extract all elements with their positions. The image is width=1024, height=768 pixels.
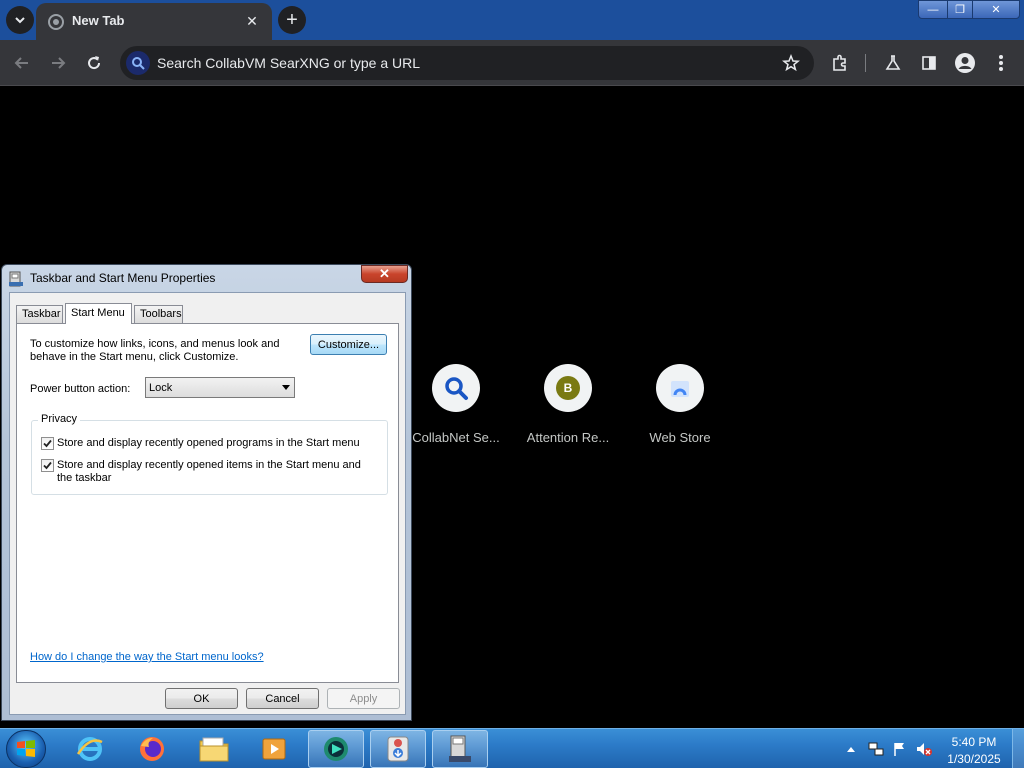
web-store-icon xyxy=(656,364,704,412)
tab-strip: New Tab ✕ + — ❐ ✕ xyxy=(0,0,1024,40)
search-engine-icon xyxy=(126,51,150,75)
menu-icon[interactable] xyxy=(989,51,1013,75)
ok-button[interactable]: OK xyxy=(165,688,238,709)
collabvm-icon[interactable] xyxy=(308,730,364,768)
toolbar-separator xyxy=(865,54,866,72)
dialog-body: Taskbar Start Menu Toolbars To customize… xyxy=(9,292,406,715)
recent-programs-checkbox[interactable] xyxy=(41,437,54,450)
chevron-down-icon xyxy=(15,17,25,24)
shortcut-label: Attention Re... xyxy=(526,430,610,445)
back-icon[interactable] xyxy=(10,51,34,75)
checkmark-icon xyxy=(43,439,52,448)
profile-icon[interactable] xyxy=(953,51,977,75)
show-desktop-button[interactable] xyxy=(1012,729,1024,768)
tab-search-button[interactable] xyxy=(6,6,34,34)
taskbar-properties-dialog: Taskbar and Start Menu Properties ✕ Task… xyxy=(1,264,412,721)
network-icon[interactable] xyxy=(866,729,886,768)
installer-icon[interactable] xyxy=(370,730,426,768)
power-button-label: Power button action: xyxy=(30,383,131,395)
recent-items-label: Store and display recently opened items … xyxy=(57,459,361,484)
privacy-group-label: Privacy xyxy=(38,413,81,425)
omnibox[interactable]: Search CollabVM SearXNG or type a URL xyxy=(120,46,814,80)
volume-muted-icon[interactable] xyxy=(914,729,934,768)
windows-taskbar: 5:40 PM 1/30/2025 xyxy=(0,728,1024,768)
privacy-group: Privacy Store and display recently opene… xyxy=(31,413,388,495)
internet-explorer-icon[interactable] xyxy=(62,730,118,768)
media-player-icon[interactable] xyxy=(246,730,302,768)
show-hidden-icons-icon[interactable] xyxy=(844,729,858,768)
apply-button[interactable]: Apply xyxy=(327,688,400,709)
letter-badge: B xyxy=(556,376,580,400)
power-button-value: Lock xyxy=(149,382,173,394)
shortcut-web-store[interactable]: Web Store xyxy=(624,364,736,445)
taskbar-properties-icon[interactable] xyxy=(432,730,488,768)
power-button-select[interactable]: Lock xyxy=(145,377,295,398)
extensions-icon[interactable] xyxy=(828,51,852,75)
recent-programs-label: Store and display recently opened progra… xyxy=(57,437,360,449)
chrome-favicon-icon xyxy=(48,14,64,30)
system-clock[interactable]: 5:40 PM 1/30/2025 xyxy=(942,734,1006,768)
recent-items-checkbox[interactable] xyxy=(41,459,54,472)
tab-new-tab[interactable]: New Tab ✕ xyxy=(36,3,272,40)
cancel-button[interactable]: Cancel xyxy=(246,688,319,709)
windows-logo-icon xyxy=(17,740,35,757)
customize-description: To customize how links, icons, and menus… xyxy=(30,338,280,363)
new-tab-button[interactable]: + xyxy=(278,6,306,34)
omnibox-placeholder: Search CollabVM SearXNG or type a URL xyxy=(157,55,420,71)
dialog-title: Taskbar and Start Menu Properties xyxy=(30,271,216,285)
customize-button[interactable]: Customize... xyxy=(310,334,387,355)
dropdown-arrow-icon xyxy=(282,385,290,390)
tab-toolbars[interactable]: Toolbars xyxy=(134,305,183,323)
clock-date: 1/30/2025 xyxy=(947,752,1001,766)
window-restore-button[interactable]: ❐ xyxy=(947,0,973,19)
start-menu-panel: To customize how links, icons, and menus… xyxy=(16,323,399,683)
star-icon[interactable] xyxy=(780,52,802,74)
shortcut-label: CollabNet Se... xyxy=(412,430,500,445)
tab-close-icon[interactable]: ✕ xyxy=(240,9,264,33)
forward-icon[interactable] xyxy=(46,51,70,75)
reload-icon[interactable] xyxy=(82,51,106,75)
shortcut-label: Web Store xyxy=(649,430,711,445)
window-close-button[interactable]: ✕ xyxy=(972,0,1020,19)
browser-toolbar: Search CollabVM SearXNG or type a URL xyxy=(0,40,1024,86)
search-icon xyxy=(432,364,480,412)
clock-time: 5:40 PM xyxy=(951,735,997,749)
letter-avatar-icon: B xyxy=(544,364,592,412)
tab-start-menu[interactable]: Start Menu xyxy=(65,303,132,324)
dialog-close-button[interactable]: ✕ xyxy=(361,265,408,283)
shortcut-collabnet[interactable]: CollabNet Se... xyxy=(400,364,512,445)
checkmark-icon xyxy=(43,461,52,470)
start-button[interactable] xyxy=(6,730,46,768)
action-center-flag-icon[interactable] xyxy=(890,729,910,768)
firefox-icon[interactable] xyxy=(124,730,180,768)
tab-title: New Tab xyxy=(72,13,125,28)
labs-icon[interactable] xyxy=(881,51,905,75)
taskbar-properties-icon xyxy=(9,271,23,287)
help-link[interactable]: How do I change the way the Start menu l… xyxy=(30,651,264,663)
file-explorer-icon[interactable] xyxy=(186,730,242,768)
tab-taskbar[interactable]: Taskbar xyxy=(16,305,63,323)
window-minimize-button[interactable]: — xyxy=(918,0,948,19)
shortcut-attention[interactable]: B Attention Re... xyxy=(512,364,624,445)
side-panel-icon[interactable] xyxy=(917,51,941,75)
